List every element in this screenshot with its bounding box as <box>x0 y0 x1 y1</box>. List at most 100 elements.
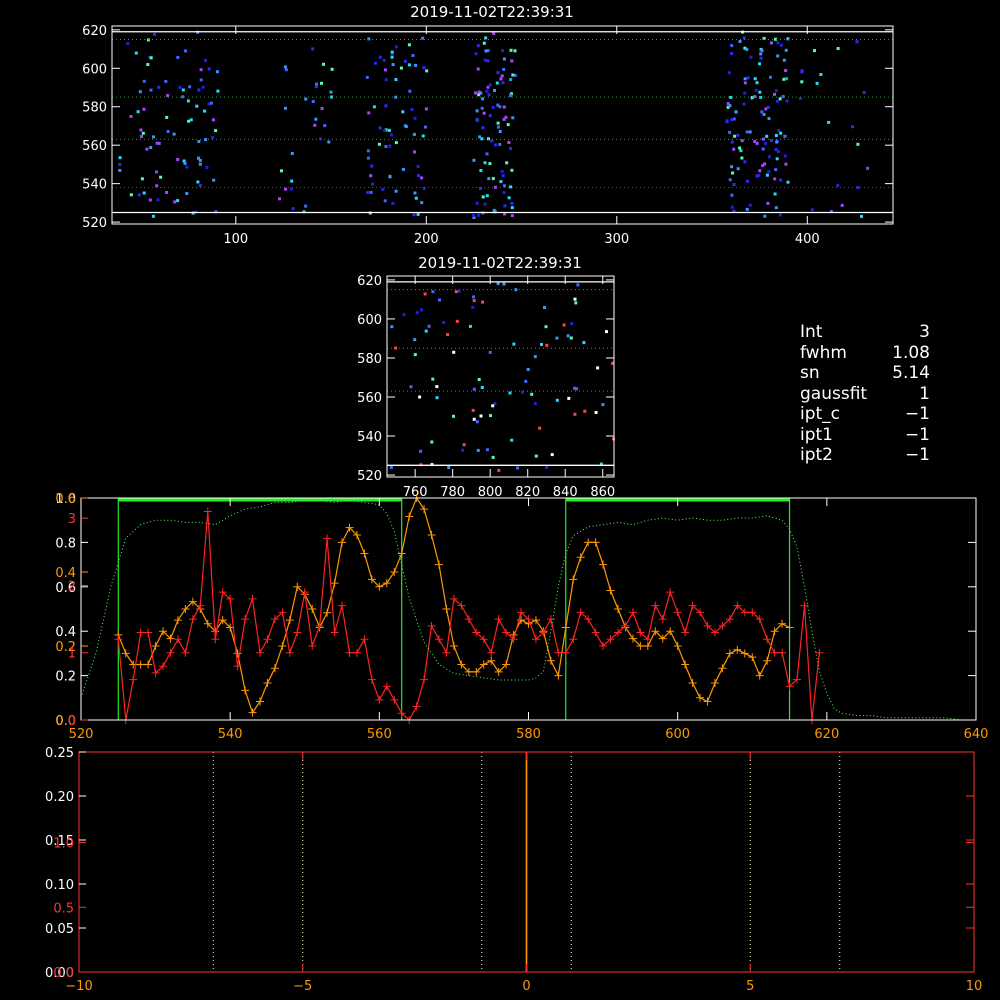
spectrogram-point <box>759 52 763 56</box>
spectrogram-point <box>759 56 763 60</box>
series-point-0 <box>740 649 749 658</box>
spectrogram-point <box>384 68 387 72</box>
spectrogram-point <box>403 124 407 128</box>
spectrogram-point <box>427 324 431 328</box>
spectrogram-point <box>140 135 143 138</box>
spectrogram-point <box>479 169 483 172</box>
spectrogram-zoom-points <box>389 282 615 472</box>
spectrogram-point <box>476 448 480 452</box>
spectrogram-point <box>745 47 749 51</box>
series-point-1 <box>285 648 294 657</box>
spectrogram-point <box>498 143 502 146</box>
spectrogram-point <box>185 192 189 195</box>
series-point-1 <box>129 675 138 684</box>
spectrogram-point <box>138 90 142 94</box>
param-row: Int 3 <box>800 322 990 343</box>
y-tick-label: 0.4 <box>55 625 76 640</box>
series-point-1 <box>681 628 690 637</box>
spectrogram-point <box>413 191 417 195</box>
spectrogram-point <box>538 426 542 430</box>
series-point-1 <box>248 594 257 603</box>
param-row: ipt1 −1 <box>800 425 990 446</box>
spectrogram-point <box>431 377 435 381</box>
spectrogram-point <box>145 147 149 151</box>
profile-plot-frame <box>80 497 977 721</box>
spectrogram-point <box>142 191 146 195</box>
spectrogram-point <box>197 140 201 144</box>
spectrogram-point <box>391 63 395 67</box>
spectrogram-point <box>488 114 492 118</box>
series-point-0 <box>330 579 339 588</box>
spectrogram-point <box>510 168 514 172</box>
spectrogram-point <box>783 154 787 158</box>
spectrogram-point <box>447 466 451 469</box>
series-point-0 <box>420 505 429 514</box>
spectrogram-point <box>495 81 499 85</box>
spectrogram-point <box>605 330 608 334</box>
spectrogram-point <box>118 168 122 172</box>
spectrogram-point <box>185 165 189 169</box>
spectrogram-point <box>197 88 201 92</box>
spectrogram-point <box>384 145 388 148</box>
y-tick-label: 0.05 <box>45 922 74 937</box>
spectrogram-point <box>785 77 789 81</box>
spectrogram-point <box>468 324 472 328</box>
spectrogram-point <box>383 129 387 133</box>
series-point-0 <box>248 708 257 717</box>
spectrogram-point <box>421 134 425 138</box>
spectrogram-point <box>481 97 485 101</box>
lower-plot-vertical-lines <box>212 752 841 972</box>
series-point-1 <box>330 628 339 637</box>
spectrogram-point <box>176 199 180 203</box>
spectrogram-point <box>509 94 512 98</box>
spectrogram-point <box>311 100 315 103</box>
spectrogram-point <box>778 213 782 217</box>
spectrogram-point <box>199 68 203 72</box>
spectrogram-point <box>411 54 415 57</box>
spectrogram-point <box>420 176 424 180</box>
series-point-1 <box>763 635 772 644</box>
spectrogram-point <box>487 177 491 181</box>
y-tick-label: 600 <box>357 313 382 328</box>
param-key: ipt_c <box>800 404 841 424</box>
spectrogram-point <box>214 129 218 133</box>
series-point-0 <box>405 512 414 521</box>
y-tick-label: 3 <box>68 512 76 527</box>
spectrogram-point <box>507 196 511 200</box>
spectrogram-point <box>455 319 459 323</box>
spectrogram-point <box>748 203 752 207</box>
y-tick-label: 0.10 <box>45 878 74 893</box>
fit-parameters: Int 3 fwhm 1.08 sn 5.14 gaussfit 1 ipt_c −1 ipt1 −1… <box>800 322 990 466</box>
spectrogram-point <box>322 62 325 66</box>
spectrogram-point <box>770 41 773 45</box>
spectrogram-zoom-title: 2019-11-02T22:39:31 <box>418 254 582 272</box>
spectrogram-point <box>383 199 387 203</box>
series-point-0 <box>151 642 160 650</box>
spectrogram-point <box>773 92 776 96</box>
spectrogram-point <box>487 93 491 97</box>
spectrogram-point <box>732 147 736 151</box>
spectrogram-point <box>755 81 759 85</box>
spectrogram-point <box>148 198 152 202</box>
series-point-0 <box>487 656 496 665</box>
series-point-0 <box>144 660 153 669</box>
spectrogram-point <box>186 99 190 103</box>
spectrogram-point <box>753 77 757 81</box>
spectrogram-point <box>390 55 394 59</box>
spectrogram-point <box>496 103 500 107</box>
spectrogram-point <box>745 179 749 183</box>
spectrogram-point <box>118 162 122 166</box>
x-tick-label: −5 <box>293 979 312 994</box>
spectrogram-point <box>779 43 783 47</box>
spectrogram-point <box>189 118 193 122</box>
series-point-0 <box>703 697 712 706</box>
y-tick-label: 1 <box>68 647 76 662</box>
spectrogram-point <box>765 173 769 177</box>
spectrogram-point <box>425 69 429 73</box>
spectrogram-point <box>431 290 435 294</box>
series-point-1 <box>778 648 787 657</box>
series-point-1 <box>352 648 361 657</box>
spectrogram-point <box>280 169 283 173</box>
spectrogram-point <box>446 333 450 337</box>
spectrogram-point <box>491 404 495 408</box>
